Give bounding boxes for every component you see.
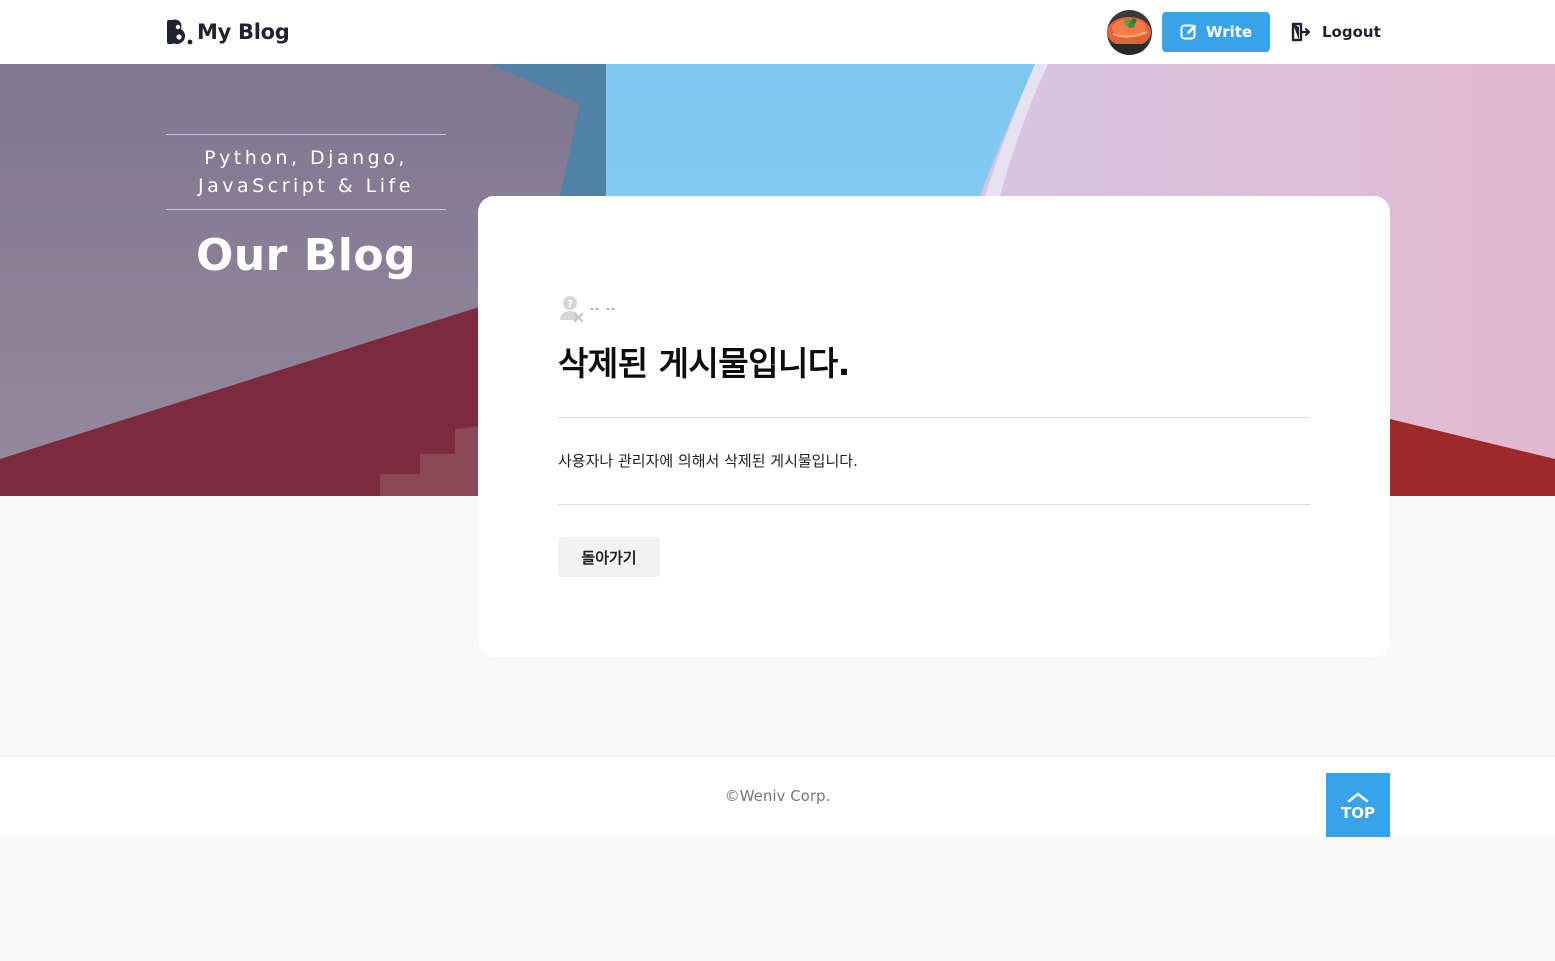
write-button[interactable]: Write — [1162, 12, 1270, 52]
post-title: 삭제된 게시물입니다. — [558, 344, 850, 383]
post-meta: ? -- -- — [558, 294, 616, 322]
logout-button-label: Logout — [1322, 23, 1381, 41]
post-author: -- — [590, 301, 600, 315]
chevron-up-icon — [1347, 792, 1369, 802]
logo-text: My Blog — [197, 20, 290, 44]
deleted-user-icon: ? — [560, 296, 584, 322]
post-date: -- — [606, 301, 616, 315]
post-card: ? -- -- 삭제된 게시물입니다. 사용자나 관리자에 의해서 삭제된 게시… — [478, 196, 1390, 657]
back-button[interactable]: 돌아가기 — [558, 537, 660, 577]
site-header: My Blog Write Logout — [0, 0, 1555, 64]
blog-logo-link[interactable]: My Blog — [165, 17, 290, 47]
post-body: 사용자나 관리자에 의해서 삭제된 게시물입니다. — [558, 452, 858, 470]
title-divider — [558, 417, 1310, 418]
hero-title: Our Blog — [195, 230, 417, 281]
site-footer: ©Weniv Corp. TOP — [0, 757, 1555, 837]
body-divider — [558, 504, 1310, 505]
copyright-text: ©Weniv Corp. — [724, 787, 831, 805]
logout-button[interactable]: Logout — [1290, 12, 1390, 52]
top-button-label: TOP — [1341, 803, 1375, 822]
svg-text:?: ? — [567, 299, 573, 310]
write-button-label: Write — [1205, 23, 1253, 41]
user-avatar[interactable] — [1107, 10, 1152, 55]
scroll-top-button[interactable]: TOP — [1326, 773, 1390, 837]
pencil-edit-icon — [1180, 24, 1197, 40]
hero-tagline: Python, Django, JavaScript & Life — [166, 134, 446, 210]
logout-door-icon — [1291, 22, 1311, 42]
blog-b-logo-icon — [167, 19, 193, 45]
